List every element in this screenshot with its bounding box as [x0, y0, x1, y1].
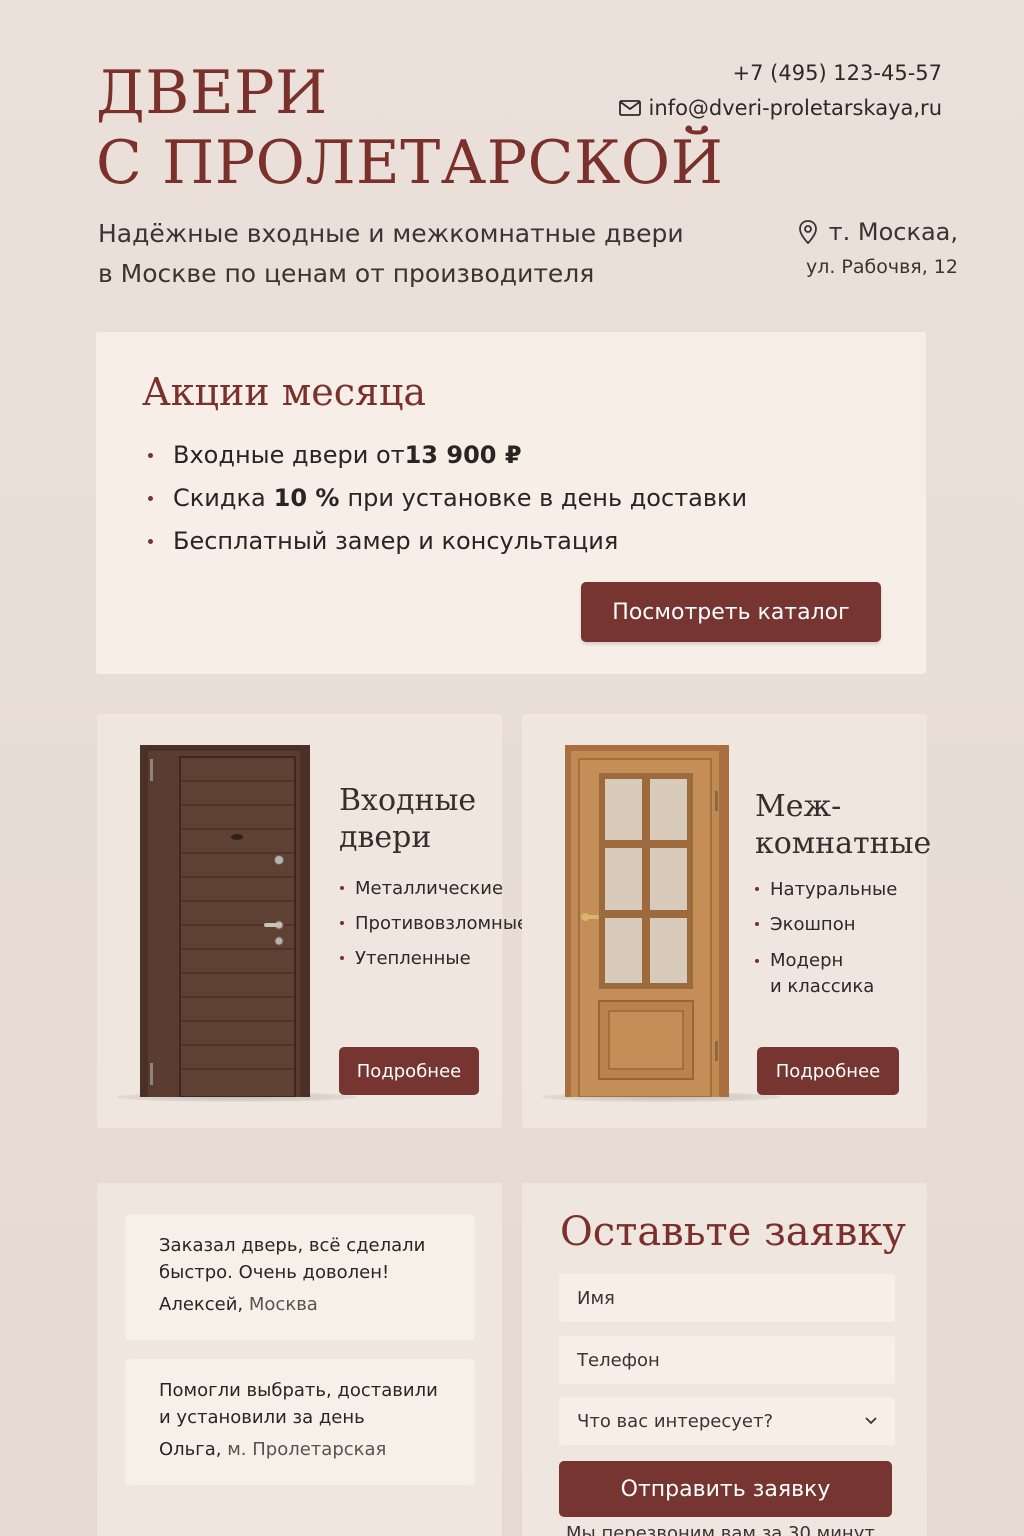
list-item: Противовзломные	[340, 906, 528, 941]
promo-item-price: 13 900 ₽	[404, 441, 522, 469]
bullet-icon	[755, 959, 759, 963]
list-item-text: Натуральные	[770, 879, 898, 900]
contacts: +7 (495) 123-45-57 info@dveri-proletarsk…	[618, 58, 942, 120]
review-author: Алексей, Москва	[159, 1294, 441, 1315]
review-author-name: Ольга,	[159, 1439, 222, 1460]
promo-item-text: Скидка	[173, 484, 266, 512]
card-entry-title: Входные двери	[339, 782, 476, 856]
promo-title: Акции месяца	[142, 370, 427, 414]
address-city: т. Москаа,	[828, 218, 958, 246]
list-item-text-line1: Модерн	[770, 950, 844, 971]
interest-select-value: Что вас интересует?	[577, 1410, 774, 1432]
phone-link[interactable]: +7 (495) 123-45-57	[619, 58, 942, 88]
review-text-line1: Помогли выбрать, доставили	[159, 1380, 438, 1401]
bullet-icon	[148, 453, 153, 458]
phone-field[interactable]	[559, 1336, 895, 1384]
review-text-line2: и установили за день	[159, 1407, 365, 1428]
entry-more-button[interactable]: Подробнее	[339, 1047, 479, 1095]
review-text-line1: Заказал дверь, всё сделали	[159, 1235, 426, 1256]
promo-item: Входные двери от 13 900 ₽	[148, 434, 747, 477]
promo-list: Входные двери от 13 900 ₽ Скидка 10 % пр…	[148, 434, 747, 563]
tagline-line2: в Москве по ценам от производителя	[98, 259, 595, 288]
promo-item-text: Входные двери от	[173, 441, 405, 469]
email-link[interactable]: info@dveri-proletarskaya,ru	[618, 96, 942, 120]
promo-item-discount: 10 %	[273, 484, 340, 512]
list-item: Утепленные	[340, 941, 528, 976]
submit-request-button[interactable]: Отправить заявку	[559, 1461, 892, 1517]
bullet-icon	[340, 921, 344, 925]
review-text: Помогли выбрать, доставили и установили …	[159, 1377, 441, 1431]
address-street: ул. Рабочвя, 12	[805, 256, 958, 278]
form-title: Оставьте заявку	[560, 1209, 906, 1255]
bullet-icon	[148, 539, 153, 544]
interior-door-image	[565, 745, 729, 1097]
card-interior-title-line2: комнатные	[755, 826, 932, 861]
review-author-place: м. Пролетарская	[221, 1439, 387, 1460]
review-author: Ольга, м. Пролетарская	[159, 1439, 441, 1460]
review-author-name: Алексей,	[159, 1294, 244, 1315]
tagline-line1: Надёжные входные и межкомнатные двери	[98, 219, 684, 248]
email-text: info@dveri-proletarskaya,ru	[648, 96, 942, 120]
name-field[interactable]	[559, 1274, 895, 1322]
card-interior-title: Меж- комнатные	[755, 788, 931, 862]
bullet-icon	[340, 956, 344, 960]
address-row: т. Москаа,	[797, 214, 958, 250]
list-item: Металлические	[340, 871, 528, 906]
view-catalog-button[interactable]: Посмотреть каталог	[581, 582, 881, 642]
list-item: Натуральные	[755, 872, 897, 907]
brand-title-line2: С ПРОЛЕТАРСКОЙ	[96, 128, 724, 198]
bullet-icon	[755, 887, 759, 891]
card-interior-title-line1: Меж-	[755, 789, 842, 824]
address: т. Москаа, ул. Рабочвя, 12	[797, 214, 958, 284]
review-card: Заказал дверь, всё сделали быстро. Очень…	[125, 1214, 475, 1340]
list-item-text: Утепленные	[355, 948, 471, 969]
list-item-text: Экошпон	[770, 914, 856, 935]
promo-item-text: Бесплатный замер и консультация	[173, 527, 619, 555]
entry-door-image	[140, 745, 310, 1097]
bullet-icon	[148, 496, 153, 501]
card-entry-doors[interactable]: Входные двери Металлические Противовзлом…	[97, 714, 528, 1128]
interest-select[interactable]: Что вас интересует?	[559, 1397, 895, 1445]
reviews-panel: Заказал дверь, всё сделали быстро. Очень…	[97, 1183, 502, 1536]
card-entry-title-line2: двери	[339, 820, 432, 855]
review-text: Заказал дверь, всё сделали быстро. Очень…	[159, 1232, 441, 1286]
mail-icon	[618, 100, 641, 116]
card-entry-features: Металлические Противовзломные Утепленные	[340, 871, 528, 976]
tagline: Надёжные входные и межкомнатные двери в …	[98, 214, 718, 294]
bullet-icon	[340, 886, 344, 890]
bullet-icon	[755, 922, 759, 926]
promo-item: Бесплатный замер и консультация	[148, 520, 747, 563]
promo-item-text-end: при установке в день доставки	[347, 484, 748, 512]
card-interior-features: Натуральные Экошпон Модерн и классика	[755, 872, 897, 1000]
review-card: Помогли выбрать, доставили и установили …	[125, 1359, 475, 1485]
list-item: Модерн и классика	[755, 948, 897, 1000]
promo-panel: Акции месяца Входные двери от 13 900 ₽ С…	[96, 332, 926, 674]
card-entry-title-line1: Входные	[339, 783, 477, 818]
interior-more-button[interactable]: Подробнее	[757, 1047, 899, 1095]
form-note: Мы перезвоним вам за 30 минут	[566, 1523, 875, 1536]
chevron-down-icon	[865, 1417, 877, 1425]
list-item-text: Модерн и классика	[770, 948, 874, 1000]
promo-item: Скидка 10 % при установке в день доставк…	[148, 477, 747, 520]
list-item-text: Металлические	[355, 878, 504, 899]
page: ДВЕРИ С ПРОЛЕТАРСКОЙ Надёжные входные и …	[0, 0, 1024, 1536]
list-item-text-line2: и классика	[770, 976, 875, 997]
request-form: Оставьте заявку Что вас интересует? Отпр…	[522, 1183, 927, 1536]
list-item: Экошпон	[755, 907, 897, 942]
list-item-text: Противовзломные	[355, 913, 529, 934]
review-text-line2: быстро. Очень доволен!	[159, 1262, 390, 1283]
review-author-place: Москва	[243, 1294, 318, 1315]
card-interior-doors[interactable]: Меж- комнатные Натуральные Экошпон Модер…	[522, 714, 931, 1128]
location-pin-icon	[798, 220, 817, 245]
